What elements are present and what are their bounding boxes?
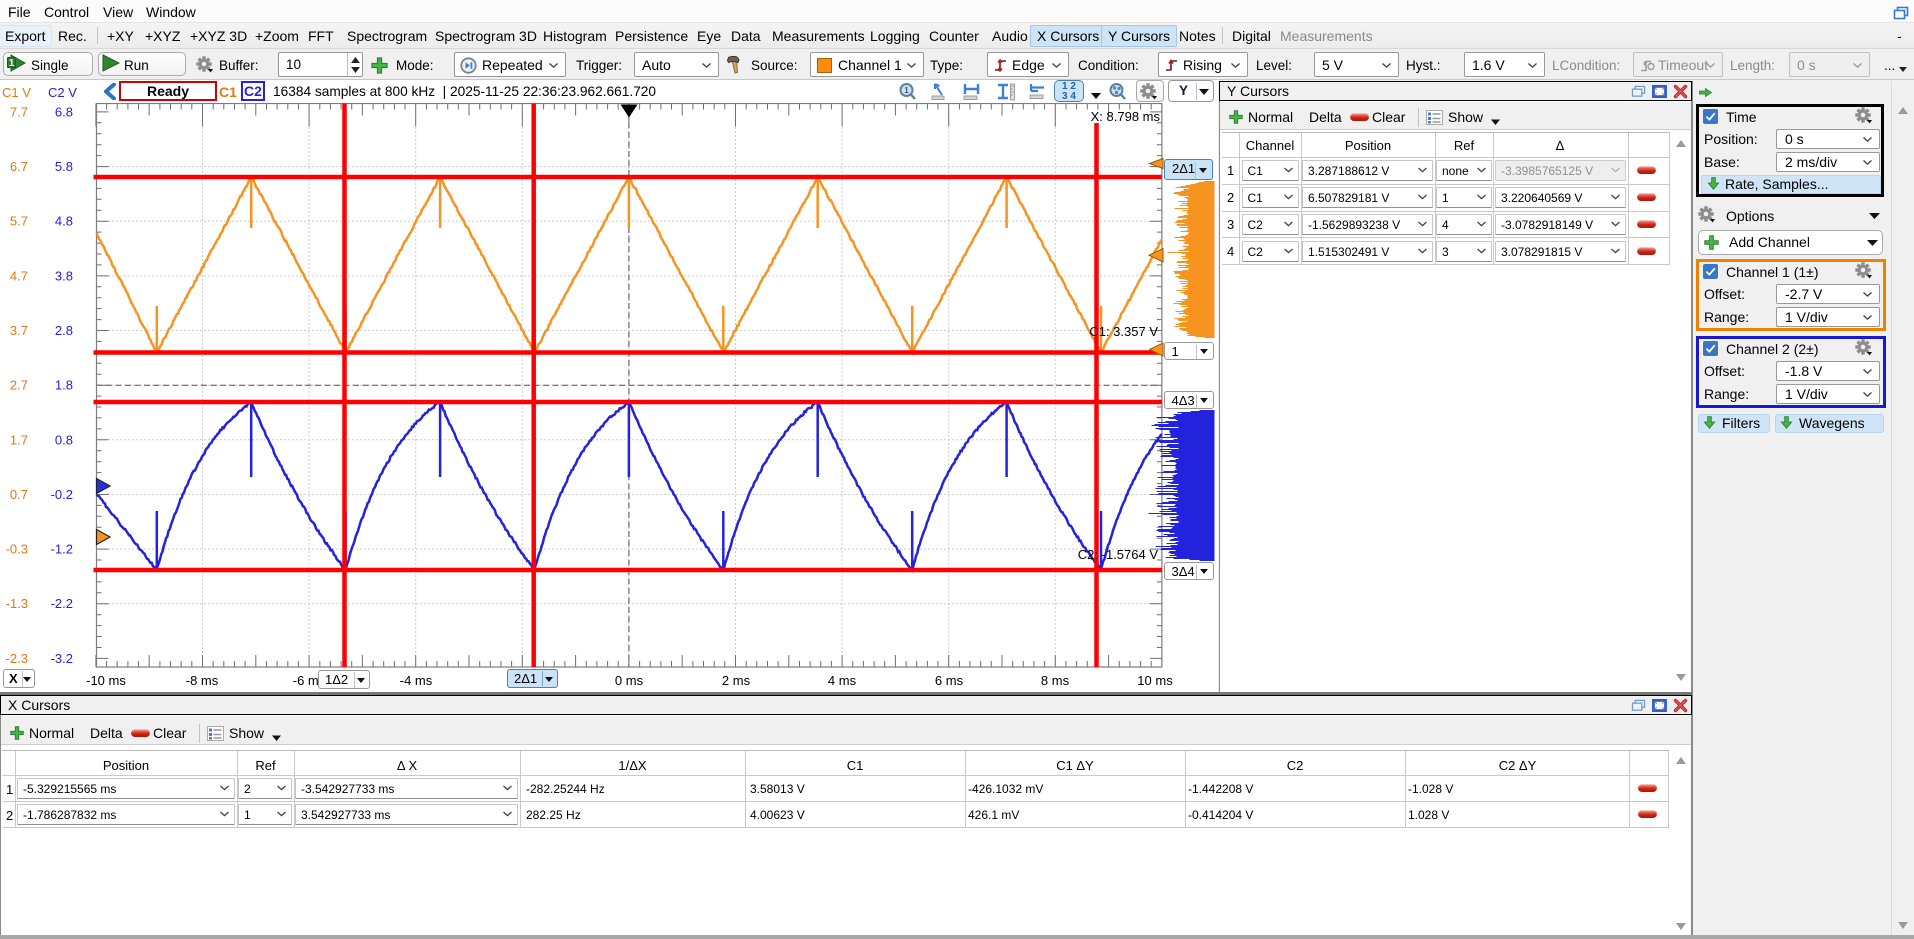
- svg-text:1: 1: [904, 86, 909, 95]
- svg-text:-0.3: -0.3: [6, 542, 28, 557]
- svg-text:C1: 3.357 V: C1: 3.357 V: [1089, 324, 1158, 339]
- svg-text:0.7: 0.7: [10, 487, 28, 502]
- svg-text:6.7: 6.7: [10, 159, 28, 174]
- svg-text:3.8: 3.8: [55, 268, 73, 283]
- svg-text:2.8: 2.8: [55, 323, 73, 338]
- svg-text:1.7: 1.7: [10, 432, 28, 447]
- svg-text:2.7: 2.7: [10, 378, 28, 393]
- svg-text:-1.3: -1.3: [6, 596, 28, 611]
- svg-text:0.8: 0.8: [55, 432, 73, 447]
- svg-text:4.8: 4.8: [55, 214, 73, 229]
- svg-text:5.8: 5.8: [55, 159, 73, 174]
- svg-text:4.7: 4.7: [10, 268, 28, 283]
- svg-text:7.7: 7.7: [10, 104, 28, 119]
- svg-text:1.8: 1.8: [55, 378, 73, 393]
- svg-text:C2: -1.5764 V: C2: -1.5764 V: [1078, 547, 1159, 562]
- svg-text:-0.2: -0.2: [51, 487, 73, 502]
- svg-text:X: 8.798 ms: X: 8.798 ms: [1091, 109, 1161, 124]
- svg-text:5.7: 5.7: [10, 214, 28, 229]
- svg-text:-1.2: -1.2: [51, 542, 73, 557]
- svg-text:3.7: 3.7: [10, 323, 28, 338]
- svg-text:6.8: 6.8: [55, 104, 73, 119]
- svg-text:-2.3: -2.3: [6, 651, 28, 666]
- svg-text:-2.2: -2.2: [51, 596, 73, 611]
- svg-text:-3.2: -3.2: [51, 651, 73, 666]
